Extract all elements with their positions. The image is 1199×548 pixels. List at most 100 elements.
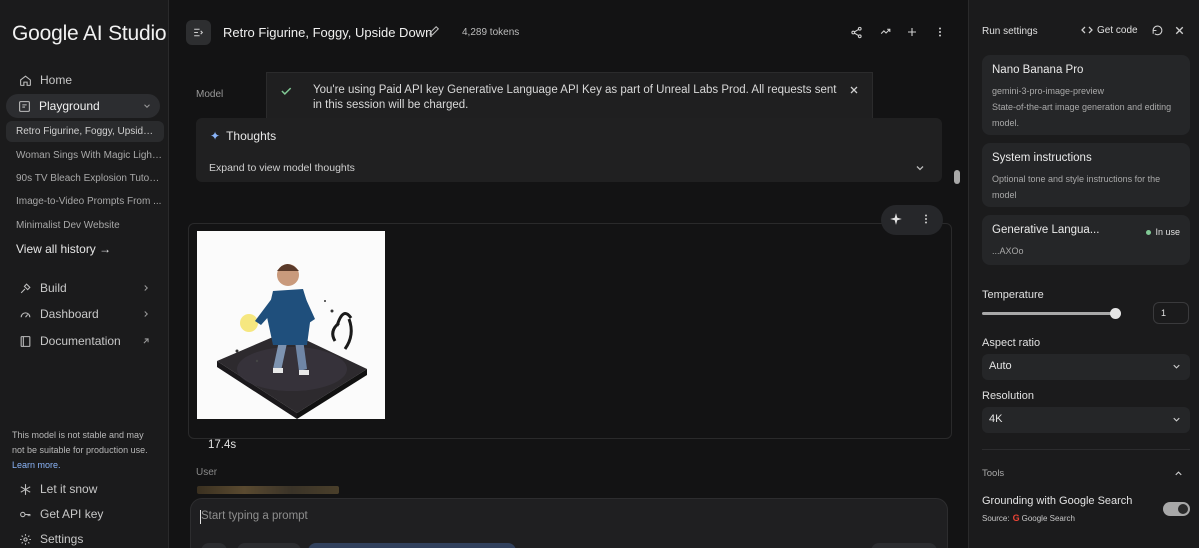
input-chip[interactable] (308, 543, 516, 548)
history-item[interactable]: Retro Figurine, Foggy, Upside D... (6, 121, 164, 142)
close-icon[interactable] (848, 84, 860, 96)
learn-more-link[interactable]: Learn more. (12, 460, 61, 470)
documentation-icon (18, 334, 32, 348)
share-icon (850, 26, 862, 38)
compare-icon (880, 28, 890, 34)
settings-button[interactable]: Settings (0, 527, 169, 548)
toggle-sidebar-button[interactable] (186, 20, 211, 45)
user-turn-label: User (196, 467, 218, 478)
grounding-toggle[interactable] (1163, 502, 1190, 516)
run-settings-panel: Run settings Get code Nano Banana Pro ge… (968, 0, 1199, 548)
aspect-ratio-value: Auto (989, 360, 1012, 372)
build-icon (18, 281, 32, 295)
billing-notice-toast: You're using Paid API key Generative Lan… (266, 72, 873, 122)
api-key-name: Generative Langua... (992, 224, 1100, 236)
reset-icon[interactable] (1151, 24, 1164, 37)
history-item[interactable]: Minimalist Dev Website (16, 220, 162, 231)
temperature-input[interactable]: 1 (1153, 302, 1189, 324)
rerun-button[interactable] (889, 212, 905, 228)
history-item[interactable]: Woman Sings With Magic Lights. (16, 150, 162, 161)
close-icon[interactable] (1173, 24, 1186, 37)
aspect-ratio-select[interactable]: Auto (982, 354, 1190, 380)
pencil-icon (429, 25, 440, 36)
figurine-illustration (197, 231, 385, 419)
temperature-slider[interactable] (982, 312, 1114, 315)
nav-home[interactable]: Home (0, 68, 169, 92)
resolution-select[interactable]: 4K (982, 407, 1190, 433)
run-button[interactable] (871, 543, 937, 548)
user-image-thumbnail[interactable] (197, 486, 339, 494)
temperature-slider-thumb[interactable] (1110, 308, 1121, 319)
nav-documentation-label: Documentation (40, 334, 121, 348)
top-bar: Retro Figurine, Foggy, Upside Down 4,289… (170, 0, 954, 66)
thoughts-title: Thoughts (226, 129, 277, 143)
playground-icon (17, 99, 31, 113)
divider (982, 449, 1190, 450)
nav-build-label: Build (40, 281, 67, 295)
system-instructions-card[interactable]: System instructions Optional tone and st… (982, 143, 1190, 207)
get-code-button[interactable]: Get code (1081, 24, 1138, 36)
model-selector-card[interactable]: Nano Banana Pro gemini-3-pro-image-previ… (982, 55, 1190, 135)
generated-image[interactable] (197, 231, 385, 419)
let-it-snow-button[interactable]: Let it snow (0, 477, 169, 501)
share-button[interactable] (848, 24, 864, 40)
status-dot (1146, 229, 1152, 235)
key-icon (18, 507, 32, 521)
nav-build[interactable]: Build (0, 276, 169, 300)
prompt-input-box[interactable]: Start typing a prompt (190, 498, 948, 548)
chevron-right-icon (139, 307, 153, 321)
note-text: This model is not stable and may not be … (12, 430, 148, 455)
toggle-knob (1178, 504, 1188, 514)
source-name: Google Search (1021, 513, 1075, 523)
edit-title-button[interactable] (428, 24, 444, 40)
chat-area: Model You're using Paid API key Generati… (170, 66, 954, 548)
add-media-button[interactable] (201, 543, 227, 548)
response-time: 17.4s (208, 439, 237, 451)
model-turn-label: Model (196, 89, 224, 100)
chevron-up-icon[interactable] (1173, 468, 1184, 479)
get-api-key-label: Get API key (40, 507, 104, 521)
more-vert-icon (939, 27, 941, 37)
token-count: 4,289 tokens (462, 27, 520, 38)
check-icon (281, 87, 292, 95)
google-g-icon: G (1012, 513, 1020, 523)
external-link-icon (139, 334, 153, 348)
api-key-card[interactable]: Generative Langua... In use ...AXOo (982, 215, 1190, 265)
input-chip[interactable] (237, 543, 301, 548)
source-prefix: Source: (982, 513, 1010, 523)
let-it-snow-label: Let it snow (40, 482, 98, 496)
nav-dashboard-label: Dashboard (40, 307, 99, 321)
aspect-ratio-label: Aspect ratio (982, 337, 1041, 349)
more-options-button[interactable] (932, 24, 948, 40)
app-logo[interactable]: Google AI Studio (12, 22, 167, 46)
get-api-key-button[interactable]: Get API key (0, 502, 169, 526)
api-key-status: In use (1155, 227, 1180, 237)
chevron-down-icon[interactable] (140, 99, 154, 113)
temperature-label: Temperature (982, 289, 1044, 301)
chevron-down-icon[interactable] (914, 162, 926, 174)
response-menu-button[interactable] (920, 212, 936, 228)
compare-button[interactable] (877, 24, 893, 40)
model-name: Nano Banana Pro (992, 64, 1084, 76)
resolution-value: 4K (989, 413, 1003, 425)
grounding-source: Source: G Google Search (982, 513, 1075, 523)
nav-dashboard[interactable]: Dashboard (0, 302, 169, 326)
sparkle-icon: ✦ (210, 129, 221, 143)
dashboard-icon (18, 307, 32, 321)
page-title: Retro Figurine, Foggy, Upside Down (223, 25, 433, 40)
nav-documentation[interactable]: Documentation (0, 329, 169, 353)
run-settings-title: Run settings (982, 26, 1038, 37)
new-chat-button[interactable] (904, 24, 920, 40)
system-instructions-desc: Optional tone and style instructions for… (992, 174, 1161, 200)
thoughts-panel[interactable]: ✦ Thoughts Expand to view model thoughts (196, 118, 942, 182)
nav-playground[interactable]: Playground (6, 94, 160, 118)
history-item[interactable]: 90s TV Bleach Explosion Tutorial (16, 173, 162, 184)
chat-scrollbar[interactable] (954, 0, 968, 548)
history-item[interactable]: Image-to-Video Prompts From ... (16, 196, 162, 207)
view-all-history-link[interactable]: View all history → (16, 242, 111, 256)
thoughts-expand-text: Expand to view model thoughts (209, 162, 355, 174)
sparkle-icon (890, 213, 902, 225)
scrollbar-thumb[interactable] (954, 170, 960, 184)
snowflake-icon (18, 482, 32, 496)
get-code-label: Get code (1097, 24, 1138, 36)
